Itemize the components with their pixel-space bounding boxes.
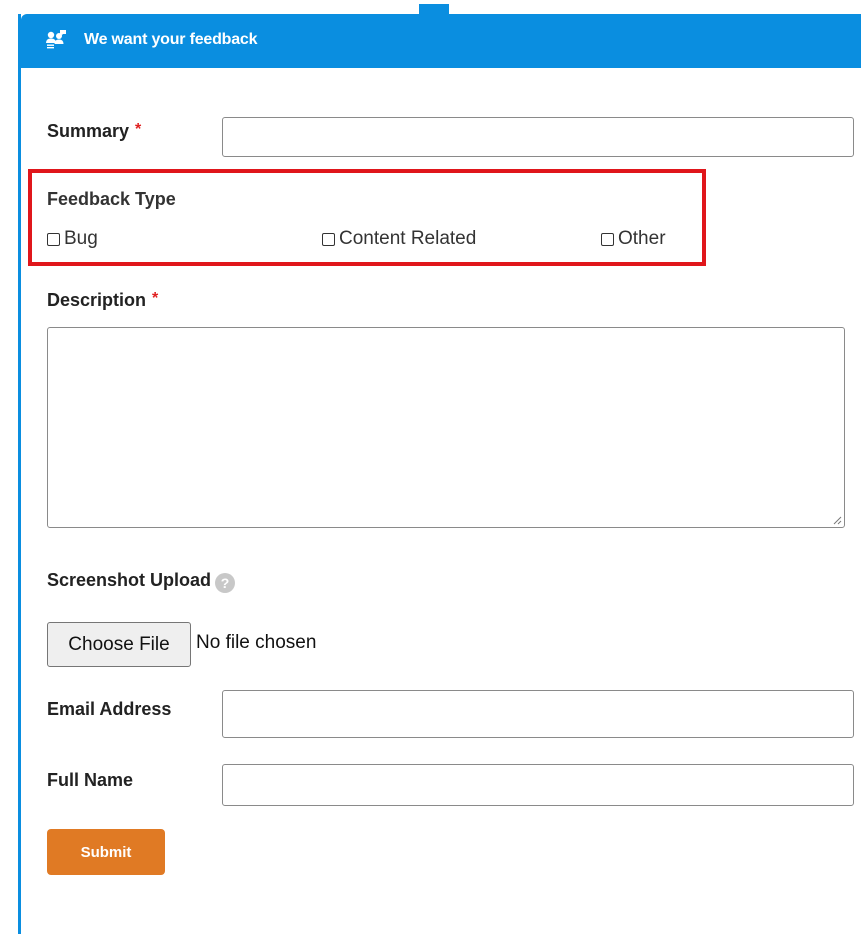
email-input[interactable]	[222, 690, 854, 738]
submit-button[interactable]: Submit	[47, 829, 165, 875]
summary-input[interactable]	[222, 117, 854, 157]
summary-required-mark: *	[135, 121, 142, 138]
users-chat-icon	[46, 30, 66, 49]
help-icon[interactable]: ?	[215, 573, 236, 593]
choose-file-button[interactable]: Choose File	[47, 622, 191, 667]
bug-checkbox[interactable]	[47, 232, 60, 246]
content-related-checkbox[interactable]	[322, 232, 335, 246]
description-required-mark: *	[152, 290, 159, 307]
resize-grip-icon[interactable]	[832, 515, 842, 525]
other-option-label: Other	[618, 228, 666, 249]
panel-header: We want your feedback	[21, 14, 861, 68]
description-label: Description *	[47, 290, 158, 311]
file-status-text: No file chosen	[196, 632, 317, 653]
description-textarea[interactable]	[47, 327, 845, 528]
full-name-label: Full Name	[47, 770, 134, 790]
feedback-type-highlight	[28, 169, 706, 266]
other-checkbox[interactable]	[601, 232, 614, 246]
screenshot-upload-label: Screenshot Upload?	[47, 570, 236, 593]
full-name-input[interactable]	[222, 764, 854, 806]
feedback-type-other-option[interactable]: Other	[601, 228, 666, 250]
bug-option-label: Bug	[64, 228, 98, 249]
header-tab-notch	[419, 4, 449, 14]
content-related-option-label: Content Related	[339, 228, 477, 249]
email-label: Email Address	[47, 699, 172, 719]
screenshot-upload-label-text: Screenshot Upload	[47, 570, 212, 590]
feedback-type-label: Feedback Type	[47, 189, 176, 209]
summary-label: Summary *	[47, 121, 141, 142]
description-label-text: Description	[47, 290, 147, 310]
feedback-type-bug-option[interactable]: Bug	[47, 228, 98, 250]
feedback-type-content-option[interactable]: Content Related	[322, 228, 476, 250]
panel-title: We want your feedback	[84, 31, 258, 48]
summary-label-text: Summary	[47, 121, 130, 141]
